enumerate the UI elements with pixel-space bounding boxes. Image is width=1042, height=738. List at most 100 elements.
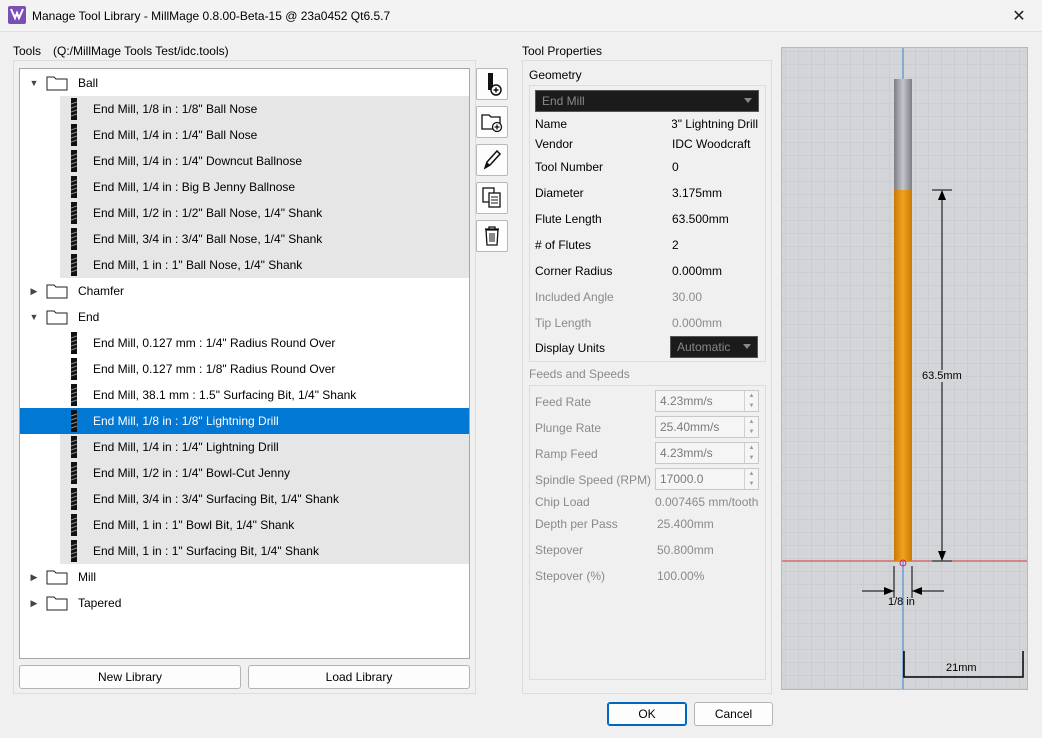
tool-label: End Mill, 3/4 in : 3/4" Surfacing Bit, 1… — [93, 492, 339, 506]
end-mill-icon — [70, 436, 78, 458]
end-mill-icon — [70, 332, 78, 354]
tool-preview-canvas — [782, 48, 1027, 689]
tool-label: End Mill, 1/2 in : 1/4" Bowl-Cut Jenny — [93, 466, 291, 480]
vendor-field[interactable]: IDC Woodcraft — [672, 137, 750, 151]
spin-arrows-icon[interactable]: ▲ ▼ — [744, 469, 758, 489]
tool-row[interactable]: End Mill, 3/4 in : 3/4" Surfacing Bit, 1… — [60, 486, 469, 512]
end-mill-icon — [70, 462, 78, 484]
diameter-dimension-label: 1/8 in — [888, 596, 915, 608]
tool-row[interactable]: End Mill, 1/2 in : 1/2" Ball Nose, 1/4" … — [60, 200, 469, 226]
display-units-select[interactable]: Automatic — [670, 336, 758, 358]
spindle-speed-label: Spindle Speed (RPM) — [535, 473, 652, 487]
expand-arrow-icon[interactable]: ▼ — [24, 312, 44, 322]
collapse-arrow-icon[interactable]: ▶ — [24, 286, 44, 297]
tool-row[interactable]: End Mill, 1/8 in : 1/8" Ball Nose — [60, 96, 469, 122]
tool-row[interactable]: End Mill, 1/4 in : 1/4" Lightning Drill — [60, 434, 469, 460]
name-label: Name — [535, 117, 568, 131]
feed-rate-label: Feed Rate — [535, 395, 592, 409]
tool-row[interactable]: End Mill, 0.127 mm : 1/8" Radius Round O… — [60, 356, 469, 382]
delete-button[interactable] — [476, 220, 508, 252]
chip-load-value: 0.007465 mm/tooth — [655, 495, 759, 509]
tip-length-label: Tip Length — [535, 316, 592, 330]
corner-radius-field[interactable]: 0.000mm — [672, 264, 722, 278]
plunge-rate-spinbox[interactable]: 25.40mm/s ▲ ▼ — [655, 416, 759, 438]
close-button[interactable]: ✕ — [996, 0, 1042, 32]
end-mill-icon — [70, 514, 78, 536]
tool-row[interactable]: End Mill, 0.127 mm : 1/4" Radius Round O… — [60, 330, 469, 356]
spin-arrows-icon[interactable]: ▲ ▼ — [744, 391, 758, 411]
tool-number-label: Tool Number — [535, 160, 604, 174]
cancel-button[interactable]: Cancel — [694, 702, 773, 726]
group-chamfer[interactable]: ▶ Chamfer — [20, 278, 469, 304]
tool-row[interactable]: End Mill, 1 in : 1" Bowl Bit, 1/4" Shank — [60, 512, 469, 538]
duplicate-button[interactable] — [476, 182, 508, 214]
tool-tree[interactable]: ▼ Ball End Mill, 1/8 in : 1/8" Ball Nose… — [19, 68, 470, 659]
group-label: Tapered — [78, 596, 122, 610]
name-field[interactable]: 3" Lightning Drill — [672, 117, 758, 131]
chip-load-label: Chip Load — [535, 495, 590, 509]
tool-row[interactable]: End Mill, 38.1 mm : 1.5" Surfacing Bit, … — [60, 382, 469, 408]
collapse-arrow-icon[interactable]: ▶ — [24, 572, 44, 583]
millmage-app-icon — [8, 6, 26, 24]
end-mill-icon — [70, 358, 78, 380]
end-mill-icon — [70, 228, 78, 250]
plunge-rate-label: Plunge Rate — [535, 421, 602, 435]
tool-row[interactable]: End Mill, 3/4 in : 3/4" Ball Nose, 1/4" … — [60, 226, 469, 252]
add-tool-button[interactable] — [476, 68, 508, 100]
tool-row[interactable]: End Mill, 1/4 in : 1/4" Downcut Ballnose — [60, 148, 469, 174]
tool-preview[interactable]: 63.5mm 1/8 in 21mm — [781, 47, 1028, 690]
new-library-button[interactable]: New Library — [19, 665, 241, 689]
group-tapered[interactable]: ▶ Tapered — [20, 590, 469, 616]
end-mill-icon — [70, 124, 78, 146]
tool-row[interactable]: End Mill, 1/4 in : 1/4" Ball Nose — [60, 122, 469, 148]
ok-button[interactable]: OK — [607, 702, 687, 726]
folder-icon — [46, 310, 68, 325]
spin-arrows-icon[interactable]: ▲ ▼ — [744, 443, 758, 463]
tool-type-select[interactable]: End Mill — [535, 90, 759, 112]
load-library-button[interactable]: Load Library — [248, 665, 470, 689]
edit-button[interactable] — [476, 144, 508, 176]
chevron-down-icon — [743, 344, 751, 349]
spin-arrows-icon[interactable]: ▲ ▼ — [744, 417, 758, 437]
expand-arrow-icon[interactable]: ▼ — [24, 78, 44, 88]
plunge-rate-value: 25.40mm/s — [660, 420, 720, 434]
group-label: Ball — [78, 76, 99, 90]
tool-row[interactable]: End Mill, 1/2 in : 1/4" Bowl-Cut Jenny — [60, 460, 469, 486]
diameter-field[interactable]: 3.175mm — [672, 186, 722, 200]
folder-icon — [46, 284, 68, 299]
group-end[interactable]: ▼ End — [20, 304, 469, 330]
end-mill-icon — [70, 410, 78, 432]
diameter-label: Diameter — [535, 186, 584, 200]
feed-rate-spinbox[interactable]: 4.23mm/s ▲ ▼ — [655, 390, 759, 412]
scale-label: 21mm — [946, 662, 977, 674]
group-mill[interactable]: ▶ Mill — [20, 564, 469, 590]
folder-icon — [46, 596, 68, 611]
flute-shape — [894, 190, 912, 561]
tool-label: End Mill, 0.127 mm : 1/4" Radius Round O… — [93, 336, 336, 350]
ramp-feed-label: Ramp Feed — [535, 447, 598, 461]
end-mill-icon — [70, 540, 78, 562]
vendor-label: Vendor — [535, 137, 574, 151]
spindle-speed-spinbox[interactable]: 17000.0 ▲ ▼ — [655, 468, 759, 490]
add-folder-button[interactable] — [476, 106, 508, 138]
tool-row[interactable]: End Mill, 1 in : 1" Surfacing Bit, 1/4" … — [60, 538, 469, 564]
name-value: 3" Lightning Drill — [672, 117, 758, 131]
tool-label: End Mill, 1/8 in : 1/8" Lightning Drill — [93, 414, 279, 428]
tool-label: End Mill, 1/4 in : Big B Jenny Ballnose — [93, 180, 296, 194]
tool-row-selected[interactable]: End Mill, 1/8 in : 1/8" Lightning Drill — [20, 408, 469, 434]
collapse-arrow-icon[interactable]: ▶ — [24, 598, 44, 609]
flute-length-field[interactable]: 63.500mm — [672, 212, 729, 226]
end-mill-icon — [70, 150, 78, 172]
tool-label: End Mill, 1/8 in : 1/8" Ball Nose — [93, 102, 258, 116]
group-ball[interactable]: ▼ Ball — [20, 70, 469, 96]
group-label: Chamfer — [78, 284, 125, 298]
tool-row[interactable]: End Mill, 1/4 in : Big B Jenny Ballnose — [60, 174, 469, 200]
depth-per-pass-label: Depth per Pass — [535, 517, 618, 531]
ramp-feed-spinbox[interactable]: 4.23mm/s ▲ ▼ — [655, 442, 759, 464]
stepover-percent-label: Stepover (%) — [535, 569, 606, 583]
tool-row[interactable]: End Mill, 1 in : 1" Ball Nose, 1/4" Shan… — [60, 252, 469, 278]
tool-number-field[interactable]: 0 — [672, 160, 679, 174]
tool-properties-title: Tool Properties — [522, 44, 603, 58]
flutes-field[interactable]: 2 — [672, 238, 679, 252]
tool-label: End Mill, 3/4 in : 3/4" Ball Nose, 1/4" … — [93, 232, 323, 246]
